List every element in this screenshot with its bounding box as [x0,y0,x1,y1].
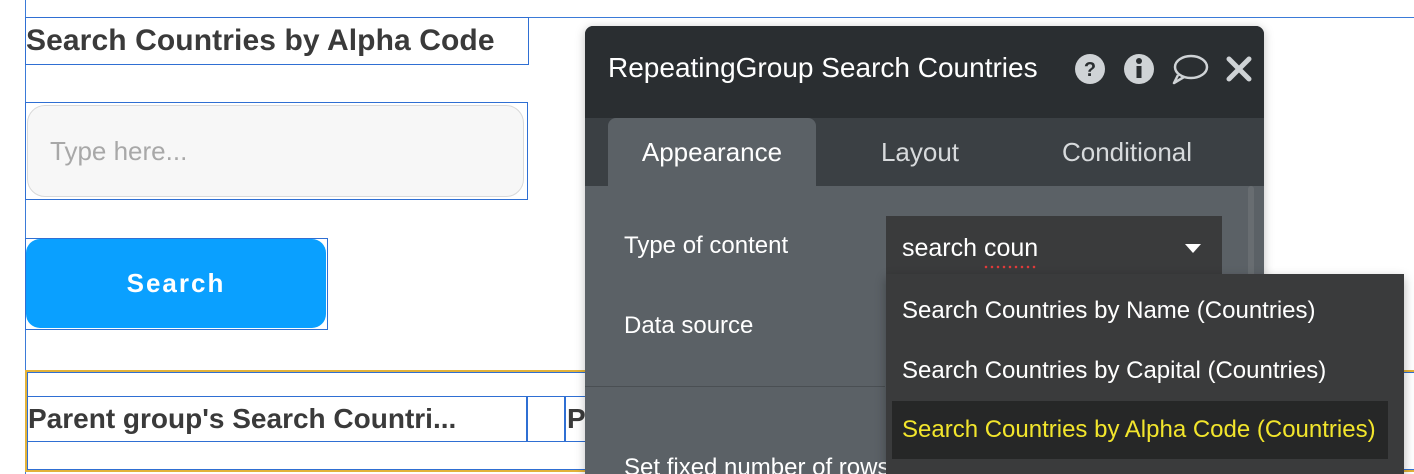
cell-text-name[interactable]: Parent group's Search Countri... [28,396,526,442]
type-of-content-label: Type of content [624,232,789,259]
fixed-rows-label: Set fixed number of rows [624,454,890,474]
input-wrapper [25,102,528,200]
tab-conditional[interactable]: Conditional [1030,118,1224,186]
tab-layout[interactable]: Layout [835,118,1005,186]
spellcheck-underline [983,264,1037,269]
comment-icon[interactable] [1170,51,1210,87]
button-wrapper: Search [25,238,328,330]
page-heading[interactable]: Search Countries by Alpha Code [25,17,529,65]
svg-text:?: ? [1084,59,1096,81]
panel-tabs: Appearance Layout Conditional [585,118,1264,186]
panel-title: RepeatingGroup Search Countries [608,52,1038,83]
data-source-label: Data source [624,312,754,339]
section-divider [585,386,885,387]
search-button[interactable]: Search [26,239,326,328]
dropdown-option[interactable]: Search Countries by Name (Countries) [892,282,1388,340]
dropdown-option[interactable]: Search Countries by Capital (Countries) [892,342,1388,400]
help-icon[interactable]: ? [1072,51,1108,87]
type-of-content-value-misspelled: coun [983,233,1039,262]
panel-header: RepeatingGroup Search Countries ? [585,26,1264,118]
type-of-content-value: search coun [902,233,1039,269]
dropdown-option-selected[interactable]: Search Countries by Alpha Code (Countrie… [892,401,1388,459]
search-input[interactable] [27,105,524,197]
type-of-content-dropdown: Search Countries by Name (Countries) Sea… [886,274,1404,474]
text-cell-outline [527,396,565,442]
close-icon[interactable] [1223,51,1255,87]
info-icon[interactable] [1121,51,1157,87]
type-of-content-value-prefix: search [902,233,984,262]
chevron-down-icon [1185,244,1201,253]
type-of-content-select[interactable]: search coun [886,216,1222,280]
tab-appearance[interactable]: Appearance [608,118,816,186]
